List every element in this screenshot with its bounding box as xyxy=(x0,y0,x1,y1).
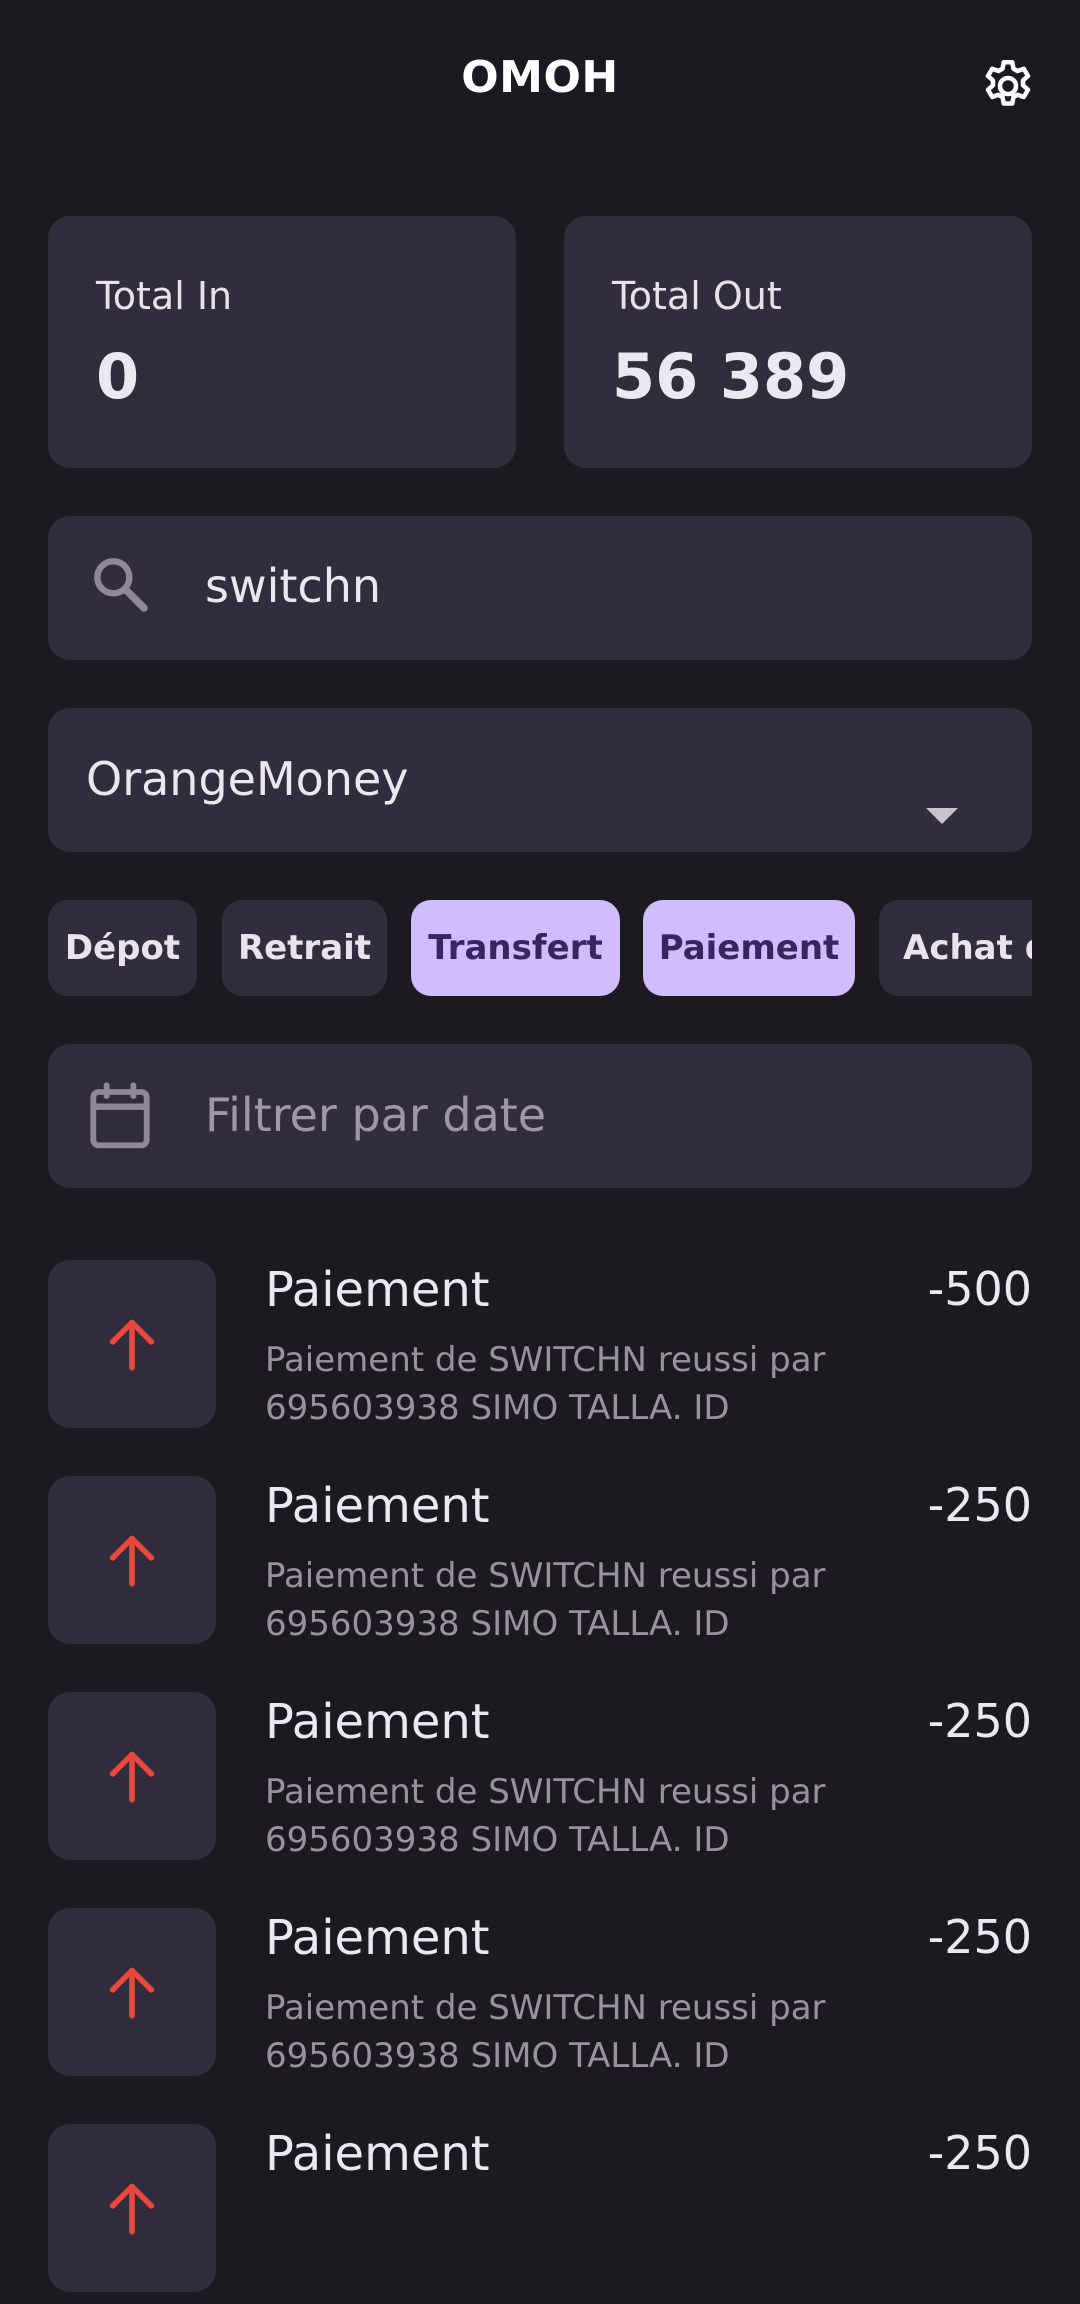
transaction-icon-box xyxy=(48,2124,216,2292)
transaction-description-line2: 695603938 SIMO TALLA. ID xyxy=(265,1604,730,1644)
transaction-item[interactable]: Paiement -250 xyxy=(0,2124,1080,2304)
transaction-description: Paiement de SWITCHN reussi par 695603938… xyxy=(265,1336,885,1432)
transaction-icon-box xyxy=(48,1908,216,2076)
arrow-up-icon xyxy=(109,2183,155,2235)
transaction-description-line1: Paiement de SWITCHN reussi par xyxy=(265,1556,826,1596)
total-out-value: 56 389 xyxy=(612,340,850,413)
transaction-amount: -250 xyxy=(927,1478,1032,1532)
transaction-amount: -250 xyxy=(927,1694,1032,1748)
total-out-label: Total Out xyxy=(612,274,782,318)
arrow-up-icon xyxy=(109,1319,155,1371)
provider-dropdown-value: OrangeMoney xyxy=(86,752,409,806)
dropdown-arrow-icon xyxy=(926,808,958,824)
chip-depot[interactable]: Dépot xyxy=(48,900,197,996)
gear-icon xyxy=(985,60,1031,106)
transaction-title: Paiement xyxy=(265,1910,490,1966)
transaction-amount: -250 xyxy=(927,1910,1032,1964)
transaction-icon-box xyxy=(48,1692,216,1860)
provider-dropdown[interactable]: OrangeMoney xyxy=(48,708,1032,852)
transaction-item[interactable]: Paiement -250 Paiement de SWITCHN reussi… xyxy=(0,1692,1080,1872)
app-bar: OMOH xyxy=(0,0,1080,170)
transaction-amount: -250 xyxy=(927,2126,1032,2180)
total-in-value: 0 xyxy=(96,340,140,413)
date-filter[interactable]: Filtrer par date xyxy=(48,1044,1032,1188)
settings-button[interactable] xyxy=(972,50,1044,122)
transaction-description: Paiement de SWITCHN reussi par 695603938… xyxy=(265,1768,885,1864)
arrow-up-icon xyxy=(109,1967,155,2019)
transaction-item[interactable]: Paiement -250 Paiement de SWITCHN reussi… xyxy=(0,1908,1080,2088)
arrow-up-icon xyxy=(109,1751,155,1803)
type-filter-chips: Dépot Retrait Transfert Paiement Achat d xyxy=(48,900,1032,996)
transaction-icon-box xyxy=(48,1260,216,1428)
total-in-label: Total In xyxy=(96,274,233,318)
chip-paiement[interactable]: Paiement xyxy=(643,900,855,996)
transaction-description-line2: 695603938 SIMO TALLA. ID xyxy=(265,1388,730,1428)
transaction-title: Paiement xyxy=(265,2126,490,2182)
search-icon xyxy=(94,558,148,612)
chip-retrait[interactable]: Retrait xyxy=(222,900,387,996)
arrow-up-icon xyxy=(109,1535,155,1587)
transaction-description-line1: Paiement de SWITCHN reussi par xyxy=(265,1340,826,1380)
transaction-amount: -500 xyxy=(927,1262,1032,1316)
chip-transfert[interactable]: Transfert xyxy=(411,900,620,996)
transaction-title: Paiement xyxy=(265,1262,490,1318)
date-filter-placeholder: Filtrer par date xyxy=(205,1088,547,1142)
calendar-icon xyxy=(90,1082,150,1149)
transaction-description-line2: 695603938 SIMO TALLA. ID xyxy=(265,2036,730,2076)
transaction-title: Paiement xyxy=(265,1694,490,1750)
transaction-item[interactable]: Paiement -250 Paiement de SWITCHN reussi… xyxy=(0,1476,1080,1656)
transaction-icon-box xyxy=(48,1476,216,1644)
total-in-card: Total In 0 xyxy=(48,216,516,468)
transaction-item[interactable]: Paiement -500 Paiement de SWITCHN reussi… xyxy=(0,1260,1080,1440)
app-title: OMOH xyxy=(461,52,619,103)
transaction-description-line1: Paiement de SWITCHN reussi par xyxy=(265,1988,826,2028)
transaction-description-line2: 695603938 SIMO TALLA. ID xyxy=(265,1820,730,1860)
transaction-title: Paiement xyxy=(265,1478,490,1534)
chip-achat[interactable]: Achat d xyxy=(879,900,1032,996)
transaction-description-line1: Paiement de SWITCHN reussi par xyxy=(265,1772,826,1812)
total-out-card: Total Out 56 389 xyxy=(564,216,1032,468)
search-input[interactable] xyxy=(205,548,1005,624)
transaction-description: Paiement de SWITCHN reussi par 695603938… xyxy=(265,1984,885,2080)
transaction-description: Paiement de SWITCHN reussi par 695603938… xyxy=(265,1552,885,1648)
